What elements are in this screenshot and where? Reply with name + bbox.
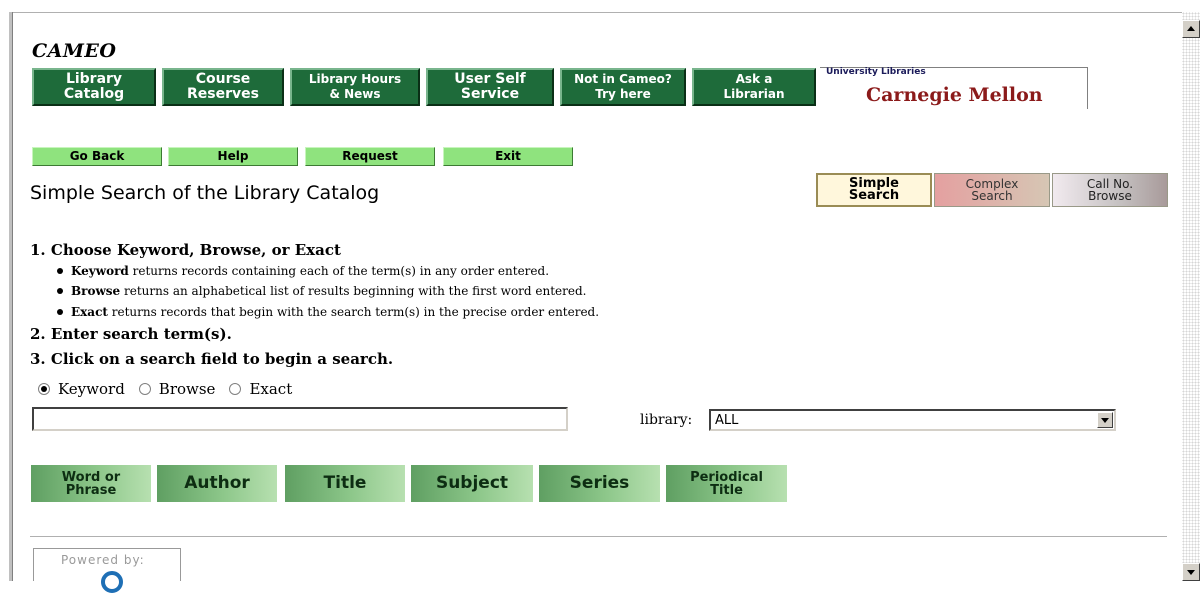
- step-2-heading: 2. Enter search term(s).: [30, 325, 232, 343]
- scroll-up-button[interactable]: [1182, 20, 1200, 38]
- arrow-up-icon: [1187, 26, 1195, 31]
- nav-not-in-cameo[interactable]: Not in Cameo? Try here: [560, 68, 686, 106]
- nav-course-reserves[interactable]: Course Reserves: [162, 68, 284, 106]
- bullet-icon: [57, 267, 63, 274]
- bullet-text: returns records that begin with the sear…: [107, 305, 600, 319]
- cameo-logo: CAMEO: [32, 40, 117, 62]
- bullet-term: Exact: [71, 305, 108, 319]
- footer-divider: [30, 536, 1167, 537]
- bullet-text: returns an alphabetical list of results …: [120, 284, 587, 298]
- powered-by-label: Powered by:: [61, 553, 145, 567]
- vendor-logo-icon: [101, 571, 123, 593]
- word-or-phrase-button[interactable]: Word or Phrase: [31, 465, 151, 502]
- library-select-value: ALL: [715, 413, 739, 428]
- step-3-heading: 3. Click on a search field to begin a se…: [30, 350, 394, 368]
- scroll-down-button[interactable]: [1182, 563, 1200, 581]
- radio-browse[interactable]: [138, 383, 151, 395]
- bullet-text: returns records containing each of the t…: [128, 264, 550, 278]
- window-left-shade: [9, 12, 12, 581]
- series-button[interactable]: Series: [539, 465, 660, 502]
- nav-library-catalog[interactable]: Library Catalog: [32, 68, 156, 106]
- page-title: Simple Search of the Library Catalog: [30, 182, 380, 204]
- bullet-icon: [57, 308, 63, 315]
- exit-button[interactable]: Exit: [443, 147, 573, 166]
- bullet-icon: [57, 287, 63, 294]
- go-back-button[interactable]: Go Back: [32, 147, 162, 166]
- step-1-heading: 1. Choose Keyword, Browse, or Exact: [30, 241, 341, 259]
- arrow-down-icon: [1187, 570, 1195, 575]
- radio-keyword[interactable]: [38, 383, 50, 395]
- search-type-group: Keyword Browse Exact: [38, 380, 292, 398]
- tab-simple-search[interactable]: Simple Search: [816, 173, 932, 207]
- tab-call-no-browse[interactable]: Call No. Browse: [1052, 173, 1168, 207]
- carnegie-mellon-logo[interactable]: Carnegie Mellon: [866, 84, 1043, 106]
- subject-button[interactable]: Subject: [411, 465, 533, 502]
- search-input[interactable]: [32, 407, 568, 431]
- chevron-down-icon: [1101, 418, 1109, 423]
- title-button[interactable]: Title: [285, 465, 405, 502]
- university-libraries-label: University Libraries: [826, 67, 926, 77]
- bullet-keyword: Keyword returns records containing each …: [57, 264, 549, 278]
- bullet-term: Keyword: [71, 264, 129, 278]
- radio-exact[interactable]: [229, 383, 242, 395]
- tab-complex-search[interactable]: Complex Search: [934, 173, 1050, 207]
- powered-by-box[interactable]: Powered by:: [33, 548, 181, 593]
- library-label: library:: [640, 412, 693, 428]
- request-button[interactable]: Request: [305, 147, 435, 166]
- bullet-browse: Browse returns an alphabetical list of r…: [57, 284, 587, 298]
- radio-exact-label: Exact: [249, 380, 293, 398]
- bullet-term: Browse: [71, 284, 121, 298]
- nav-ask-librarian[interactable]: Ask a Librarian: [692, 68, 816, 106]
- radio-browse-label: Browse: [158, 380, 216, 398]
- library-dropdown-button[interactable]: [1097, 412, 1113, 428]
- library-select[interactable]: ALL: [709, 409, 1116, 431]
- vertical-scrollbar[interactable]: [1182, 12, 1200, 581]
- nav-user-self-service[interactable]: User Self Service: [426, 68, 554, 106]
- bullet-exact: Exact returns records that begin with th…: [57, 305, 599, 319]
- author-button[interactable]: Author: [157, 465, 277, 502]
- help-button[interactable]: Help: [168, 147, 298, 166]
- radio-keyword-label: Keyword: [58, 380, 125, 398]
- periodical-title-button[interactable]: Periodical Title: [666, 465, 787, 502]
- nav-library-hours[interactable]: Library Hours & News: [290, 68, 420, 106]
- window-top-border: [0, 0, 1182, 13]
